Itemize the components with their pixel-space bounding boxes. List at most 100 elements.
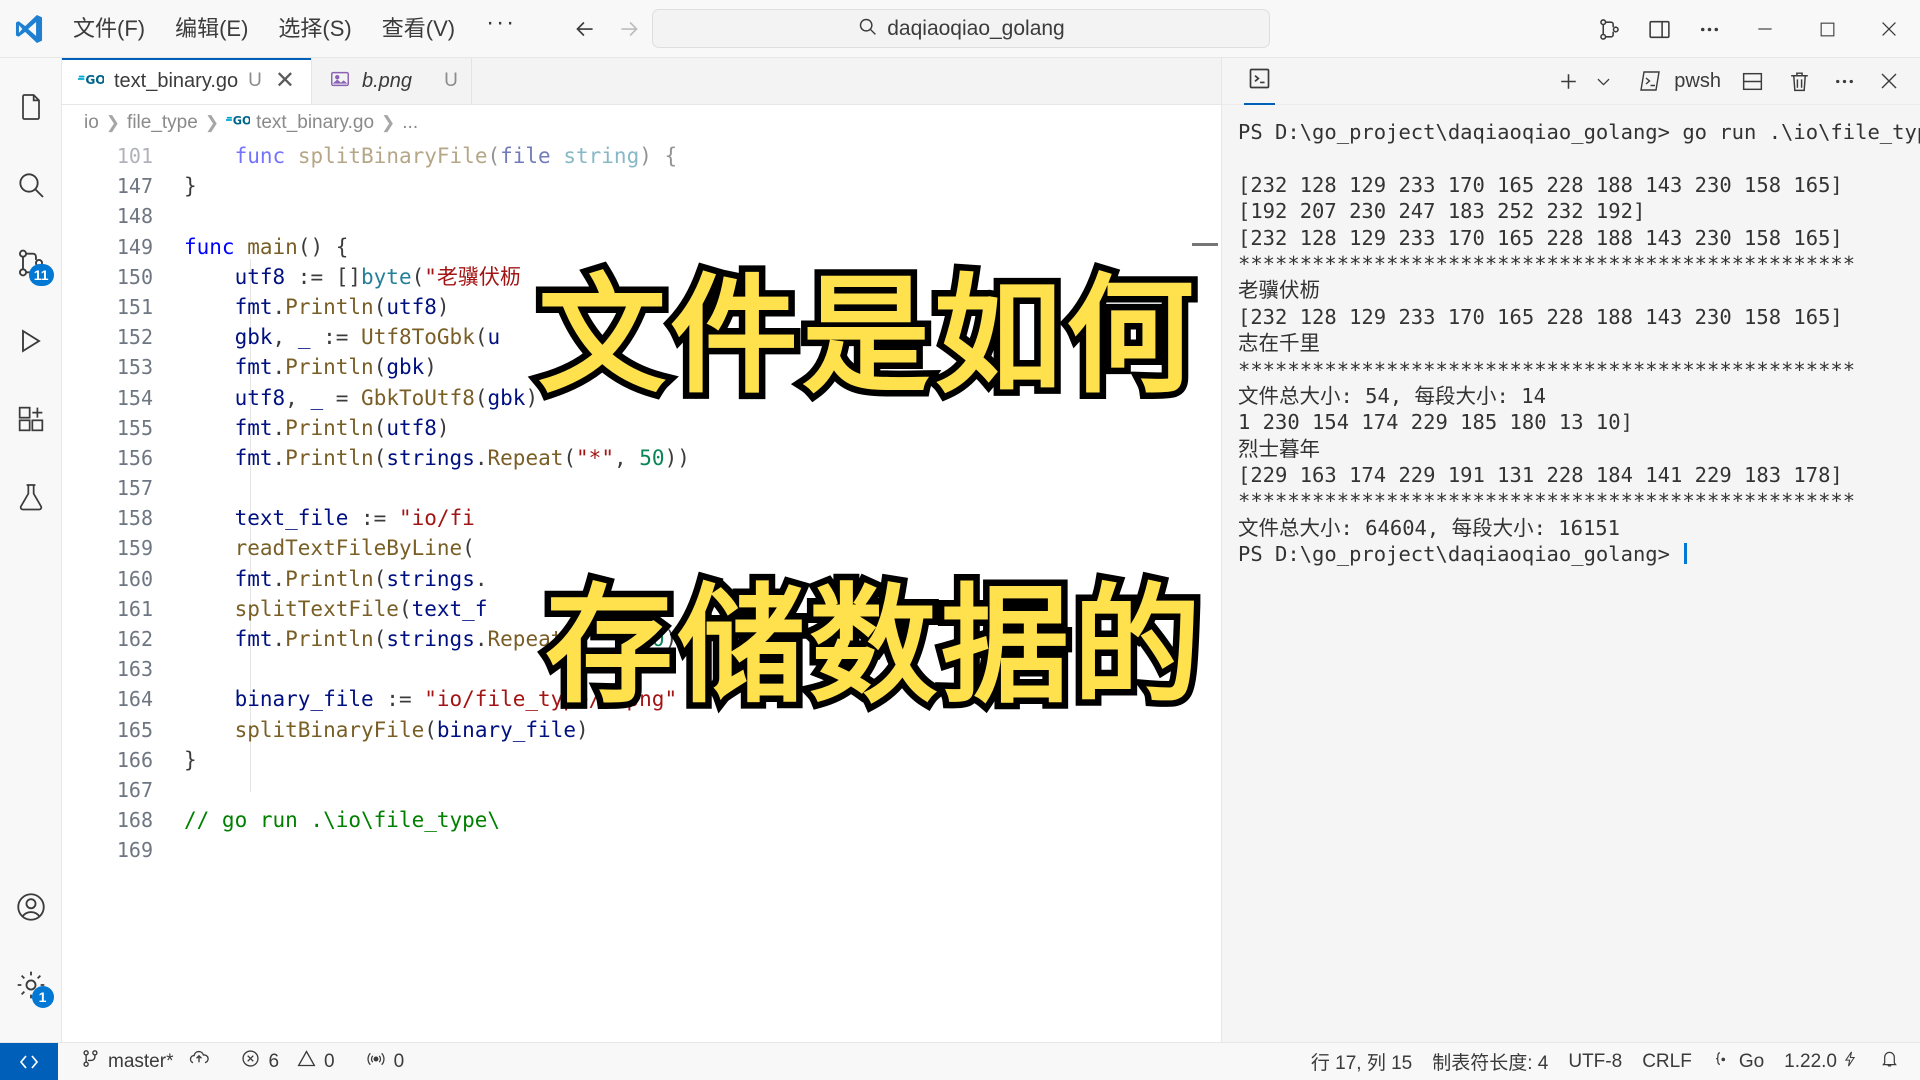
menu-edit[interactable]: 编辑(E) xyxy=(160,12,263,46)
more-actions-icon[interactable] xyxy=(1827,61,1862,101)
code-line: 160 fmt.Println(strings. xyxy=(62,564,1221,594)
arrow-right-icon[interactable] xyxy=(612,12,646,46)
code-line: 158 text_file := "io/fi xyxy=(62,503,1221,533)
warning-icon xyxy=(296,1048,317,1075)
go-lang-icon xyxy=(1712,1049,1732,1075)
tab-text-binary-go[interactable]: GO text_binary.go U ✕ xyxy=(62,58,312,104)
arrow-left-icon[interactable] xyxy=(568,12,602,46)
source-control-graph-icon[interactable] xyxy=(1584,0,1634,58)
sidebar-item-testing[interactable] xyxy=(0,458,62,536)
code-token: Repeat xyxy=(487,627,564,651)
chevron-down-icon[interactable] xyxy=(1586,61,1620,101)
close-icon[interactable] xyxy=(1858,0,1920,58)
status-branch[interactable]: master* xyxy=(70,1043,220,1080)
more-actions-icon[interactable] xyxy=(1684,0,1734,58)
code-line: 156 fmt.Println(strings.Repeat("*", 50)) xyxy=(62,443,1221,473)
code-line-text: gbk, _ := Utf8ToGbk(u xyxy=(170,322,1221,352)
code-token: Println xyxy=(285,415,374,440)
terminal-line: 志在千里 xyxy=(1238,331,1320,356)
code-line: 148 xyxy=(62,201,1221,231)
sidebar-item-run-and-debug[interactable] xyxy=(0,302,62,380)
svg-text:GO: GO xyxy=(233,115,250,128)
status-ports[interactable]: 0 xyxy=(355,1043,415,1080)
code-token: strings xyxy=(386,627,475,651)
status-cursor-position[interactable]: 行 17, 列 15 xyxy=(1301,1043,1422,1080)
code-token: "io/fi xyxy=(398,506,475,531)
code-line: 164 binary_file := "io/file_type/b.png" xyxy=(62,684,1221,714)
code-line-text: splitTextFile(text_f xyxy=(170,594,1221,624)
terminal-tab[interactable] xyxy=(1242,58,1277,105)
code-token: ( xyxy=(411,264,425,289)
code-line: 147} xyxy=(62,171,1221,201)
code-token: splitBinaryFile xyxy=(234,717,425,742)
sidebar-item-source-control[interactable]: 11 xyxy=(0,224,62,302)
chevron-right-icon: ❯ xyxy=(105,113,121,132)
sidebar-item-explorer[interactable] xyxy=(0,68,62,146)
plus-icon[interactable] xyxy=(1551,61,1586,101)
line-number: 150 xyxy=(116,264,153,289)
code-line: 167 xyxy=(62,775,1221,805)
status-problems[interactable]: 6 0 xyxy=(230,1043,344,1080)
maximize-icon[interactable] xyxy=(1796,0,1858,58)
status-language-label: Go xyxy=(1738,1050,1765,1072)
breadcrumb-item-io[interactable]: io xyxy=(84,112,99,134)
terminal-output[interactable]: PS D:\go_project\daqiaoqiao_golang> go r… xyxy=(1222,105,1920,1042)
code-line-text: // go run .\io\file_type\ xyxy=(170,805,1221,835)
code-token: , xyxy=(285,385,311,410)
code-editor[interactable]: 101 func splitBinaryFile(file string) {1… xyxy=(62,141,1221,1042)
trash-icon[interactable] xyxy=(1782,61,1817,101)
code-line: 155 fmt.Println(utf8) xyxy=(62,413,1221,443)
sidebar-item-accounts[interactable] xyxy=(0,868,62,946)
line-number: 167 xyxy=(116,777,153,802)
sidebar-item-extensions[interactable] xyxy=(0,380,62,458)
code-token: binary_file xyxy=(234,687,374,712)
status-encoding[interactable]: UTF-8 xyxy=(1558,1043,1632,1080)
terminal-cursor xyxy=(1684,543,1688,565)
sidebar-item-search[interactable] xyxy=(0,146,62,224)
minimize-icon[interactable] xyxy=(1734,0,1796,58)
error-icon xyxy=(240,1048,261,1075)
breadcrumb-item-symbol[interactable]: ... xyxy=(402,112,418,134)
terminal-line: [229 163 174 229 191 131 228 184 141 229… xyxy=(1238,463,1843,488)
terminal-icon[interactable] xyxy=(1632,61,1668,101)
sidebar-item-manage[interactable]: 1 xyxy=(0,946,62,1024)
line-number: 147 xyxy=(116,174,153,199)
toggle-panel-icon[interactable] xyxy=(1634,0,1684,58)
close-icon[interactable] xyxy=(1872,61,1906,101)
status-go-version[interactable]: 1.22.0 xyxy=(1774,1043,1869,1080)
menu-more-icon[interactable]: ··· xyxy=(470,11,532,44)
go-file-icon: GO xyxy=(225,112,252,134)
split-panel-icon[interactable] xyxy=(1735,61,1770,101)
code-token: utf8 xyxy=(386,415,437,440)
code-token: ( xyxy=(398,596,412,621)
terminal-shell-label[interactable]: pwsh xyxy=(1668,70,1725,93)
status-notifications[interactable] xyxy=(1869,1043,1920,1080)
code-token: fmt xyxy=(234,445,273,470)
code-token: } xyxy=(184,747,197,772)
code-token: )) xyxy=(664,627,690,651)
status-language[interactable]: Go xyxy=(1702,1043,1774,1080)
code-token: ( xyxy=(373,415,387,440)
code-token: func xyxy=(184,234,235,259)
menu-file[interactable]: 文件(F) xyxy=(58,12,160,46)
code-line: 169 xyxy=(62,835,1221,865)
tab-label: b.png xyxy=(362,69,413,92)
breadcrumb-item-file-type[interactable]: file_type xyxy=(127,112,198,134)
menu-view[interactable]: 查看(V) xyxy=(367,12,470,46)
quick-open-input[interactable]: daqiaoqiao_golang xyxy=(652,9,1270,48)
close-icon[interactable]: ✕ xyxy=(272,69,298,93)
code-line: 149 func main() { xyxy=(62,232,1221,262)
menu-selection[interactable]: 选择(S) xyxy=(263,12,366,46)
code-token: main xyxy=(247,234,298,259)
breadcrumb-item-file[interactable]: GO text_binary.go xyxy=(225,112,374,134)
tab-b-png[interactable]: b.png U xyxy=(312,58,472,104)
code-token: Utf8ToGbk xyxy=(361,325,475,350)
editor-scrollbar[interactable] xyxy=(1192,243,1218,246)
terminal-line: 1 230 154 174 229 185 180 13 10] xyxy=(1238,410,1633,435)
status-indentation[interactable]: 制表符长度: 4 xyxy=(1422,1043,1558,1080)
source-control-badge: 11 xyxy=(28,264,54,286)
line-number: 153 xyxy=(116,355,153,380)
remote-window-icon[interactable] xyxy=(0,1042,58,1080)
status-eol[interactable]: CRLF xyxy=(1632,1043,1702,1080)
